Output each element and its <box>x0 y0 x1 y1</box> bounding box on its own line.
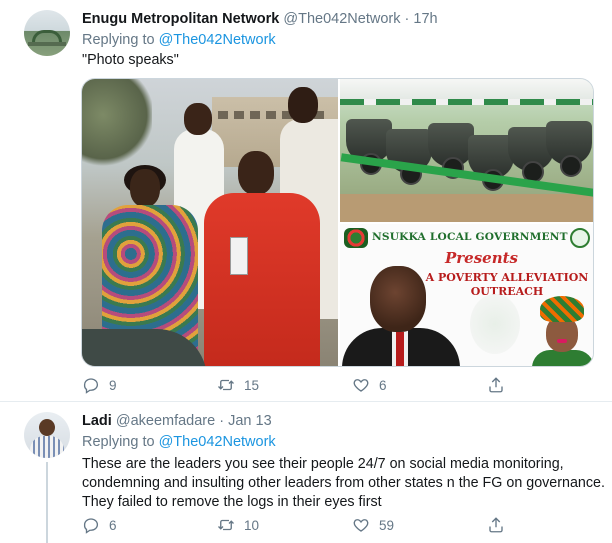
poster-emblem-watermark <box>470 294 520 354</box>
author-name[interactable]: Enugu Metropolitan Network <box>82 11 279 27</box>
share-icon <box>489 377 503 393</box>
photo-man-head <box>238 151 274 195</box>
share-button[interactable] <box>487 376 505 394</box>
retweet-button[interactable]: 10 <box>217 516 259 534</box>
tweet-enugu-metropolitan-network[interactable]: Enugu Metropolitan Network @The042Networ… <box>0 0 612 402</box>
photo-poster[interactable]: NSUKKA LOCAL GOVERNMENT Presents A POVER… <box>340 224 593 366</box>
retweet-count: 10 <box>244 517 260 533</box>
tweet-actions: 9 15 6 <box>82 376 522 396</box>
separator-dot: · <box>219 413 225 429</box>
seal-icon <box>570 228 590 248</box>
author-handle[interactable]: @akeemfadare <box>116 413 215 429</box>
poster-woman-portrait <box>532 296 593 366</box>
photo-man-red <box>204 151 320 366</box>
avatar-base-shape <box>28 42 66 46</box>
avatar-head <box>39 419 55 436</box>
poster-man-face <box>370 266 426 332</box>
coat-of-arms-icon <box>344 228 368 248</box>
like-count: 6 <box>379 377 387 393</box>
retweet-icon <box>218 379 234 391</box>
reply-icon <box>83 518 99 534</box>
photo-id-tag <box>230 237 248 275</box>
retweet-count: 15 <box>244 377 260 393</box>
tweet-header: Ladi @akeemfadare · Jan 13 <box>82 413 272 429</box>
tweet-actions: 6 10 59 <box>82 516 522 536</box>
reply-icon <box>83 378 99 394</box>
share-icon <box>489 517 503 533</box>
replying-to: Replying to @The042Network <box>82 434 276 450</box>
tweet-timestamp[interactable]: Jan 13 <box>228 413 272 429</box>
replying-to-mention[interactable]: @The042Network <box>159 434 276 450</box>
avatar[interactable] <box>24 412 70 458</box>
replying-to: Replying to @The042Network <box>82 32 276 48</box>
reply-button[interactable]: 9 <box>82 376 117 394</box>
replying-to-label: Replying to <box>82 434 155 450</box>
photo-tent <box>340 79 593 105</box>
like-count: 59 <box>379 517 395 533</box>
thread-line <box>46 462 48 543</box>
photo-officials[interactable] <box>82 79 338 366</box>
author-handle[interactable]: @The042Network <box>283 11 400 27</box>
photo-ground <box>340 194 593 222</box>
photo-tree <box>82 79 152 169</box>
wheelbarrow <box>546 121 592 177</box>
avatar[interactable] <box>24 10 70 56</box>
share-button[interactable] <box>487 516 505 534</box>
author-name[interactable]: Ladi <box>82 413 112 429</box>
like-button[interactable]: 6 <box>352 376 387 394</box>
retweet-button[interactable]: 15 <box>217 376 259 394</box>
avatar-shirt <box>30 436 64 458</box>
heart-icon <box>353 519 369 532</box>
like-button[interactable]: 59 <box>352 516 394 534</box>
poster-man-tie <box>396 332 404 366</box>
heart-icon <box>353 379 369 392</box>
tweet-header: Enugu Metropolitan Network @The042Networ… <box>82 11 438 27</box>
separator-dot: · <box>404 11 410 27</box>
poster-man-portrait <box>342 266 462 366</box>
tweet-text: These are the leaders you see their peop… <box>82 456 605 510</box>
poster-woman-wrap <box>532 350 593 366</box>
retweet-icon <box>218 519 234 531</box>
replying-to-mention[interactable]: @The042Network <box>159 32 276 48</box>
poster-woman-gele <box>540 296 584 322</box>
avatar-gate-shape <box>32 30 62 42</box>
poster-presents: Presents <box>445 249 518 267</box>
reply-button[interactable]: 6 <box>82 516 117 534</box>
reply-count: 9 <box>109 377 117 393</box>
photo-man-body <box>204 193 320 366</box>
tweet-media-grid[interactable]: NSUKKA LOCAL GOVERNMENT Presents A POVER… <box>81 78 594 367</box>
poster-lga-title: NSUKKA LOCAL GOVERNMENT <box>372 231 568 243</box>
poster-woman-lips <box>557 339 567 343</box>
reply-count: 6 <box>109 517 117 533</box>
photo-woman-head <box>130 169 160 207</box>
photo-wheelbarrows[interactable] <box>340 79 593 222</box>
replying-to-label: Replying to <box>82 32 155 48</box>
tweet-text: "Photo speaks" <box>82 52 179 68</box>
tweet-timestamp[interactable]: 17h <box>413 11 437 27</box>
